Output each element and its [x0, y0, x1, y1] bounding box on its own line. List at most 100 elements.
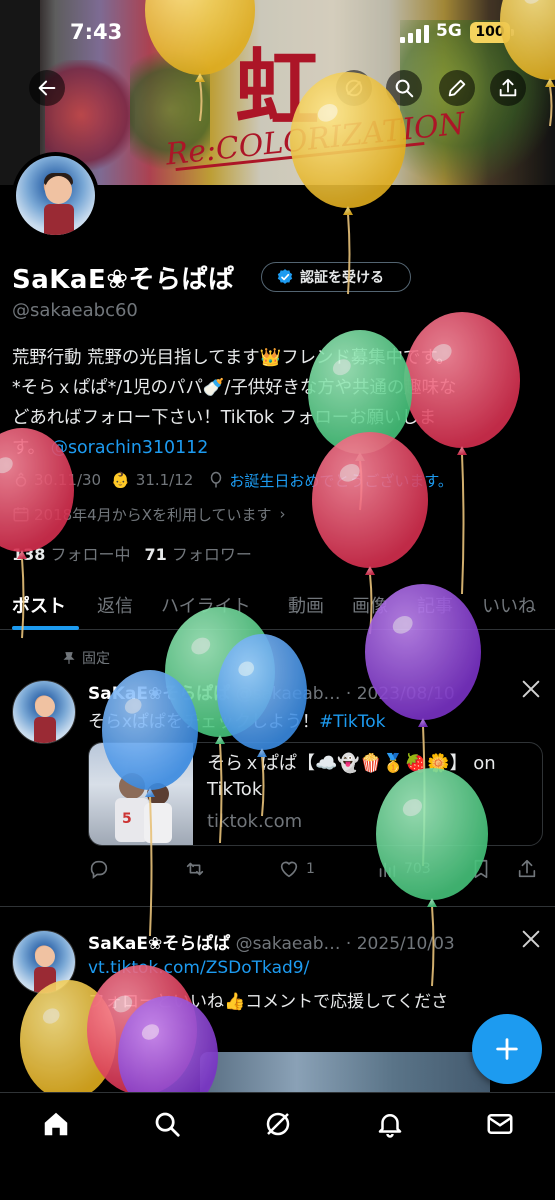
battery-icon: 100: [470, 22, 510, 43]
tab-likes[interactable]: いいね: [482, 592, 536, 618]
share-icon: [499, 78, 517, 97]
post-hashtag[interactable]: #TikTok: [319, 712, 385, 732]
followers-label: フォロワー: [171, 545, 252, 564]
bio-line-2: *そらｘぱぱ*/1児のパパ🍼/子供好きな方や共通の趣味な: [12, 378, 457, 398]
followers-count: 71: [144, 545, 167, 564]
link-card-domain: tiktok.com: [207, 811, 303, 832]
post-text: フォローといいね👍コメントで応援してくださ: [88, 992, 449, 1012]
profile-tabs: ポスト 返信 ハイライト 動画 画像 記事 いいね: [0, 580, 555, 630]
baby-icon: 👶: [111, 471, 130, 489]
repost-icon: [186, 862, 204, 876]
nav-grok[interactable]: [263, 1109, 293, 1139]
post-header: SaKaE❀そらぱぱ @sakaeab… · 2023/08/10: [88, 679, 455, 704]
pinned-indicator: 固定: [62, 648, 110, 668]
profile-handle: @sakaeabc60: [12, 300, 138, 321]
messages-icon: [487, 1114, 513, 1134]
calendar-icon: [13, 507, 29, 522]
share-icon: [518, 859, 536, 878]
post-link[interactable]: vt.tiktok.com/ZSDoTkad9/: [88, 958, 309, 978]
followers-link[interactable]: 71 フォロワー: [145, 541, 252, 565]
x-logo-icon: [522, 930, 540, 948]
tab-posts[interactable]: ポスト: [12, 592, 66, 618]
share-post-button[interactable]: [516, 858, 538, 880]
profile-screen: 虹 Re:COLORIZATION 7:43 5G 100 SaKaE❀そらぱぱ: [0, 0, 555, 1200]
notifications-icon: [378, 1114, 402, 1138]
back-button[interactable]: [29, 70, 65, 106]
nav-search[interactable]: [152, 1109, 182, 1139]
tab-images[interactable]: 画像: [352, 592, 388, 618]
like-button[interactable]: 1: [278, 858, 315, 880]
following-link[interactable]: 138 フォロー中: [12, 541, 131, 565]
bio-mention-link[interactable]: @sorachin310112: [51, 438, 209, 458]
tab-highlights[interactable]: ハイライト: [161, 592, 251, 618]
nav-notifications[interactable]: [375, 1109, 405, 1139]
active-tab-indicator: [12, 626, 79, 630]
nav-home[interactable]: [41, 1109, 71, 1139]
reply-icon: [90, 860, 108, 879]
meta-birthday: 31.1/12: [135, 471, 194, 489]
status-time: 7:43: [70, 20, 123, 44]
post-actions: 1 703: [88, 858, 543, 884]
tab-replies[interactable]: 返信: [97, 592, 133, 618]
edit-icon: [448, 79, 466, 97]
home-icon: [44, 1112, 68, 1136]
views-button[interactable]: 703: [376, 858, 431, 880]
post-handle-date: @sakaeab… · 2023/08/10: [235, 684, 455, 704]
repost-button[interactable]: [184, 858, 206, 880]
follow-counts: 138 フォロー中 71 フォロワー: [12, 541, 252, 565]
tab-videos[interactable]: 動画: [288, 592, 324, 618]
profile-meta: 30.11/30 👶 31.1/12 お誕生日おめでとうございます。: [12, 468, 453, 492]
ring-icon: [15, 472, 27, 487]
grok-button[interactable]: [336, 70, 372, 106]
profile-bio: 荒野行動 荒野の光目指してます👑フレンド募集中です。 *そらｘぱぱ*/1児のパパ…: [12, 343, 547, 463]
post-divider: [0, 906, 555, 907]
search-icon: [155, 1112, 180, 1137]
nav-messages[interactable]: [485, 1109, 515, 1139]
get-verified-label: 認証を受ける: [300, 270, 384, 286]
bio-line-4: す。: [12, 438, 46, 458]
tab-articles[interactable]: 記事: [417, 592, 453, 618]
grok-icon: [266, 1112, 290, 1136]
compose-button[interactable]: [472, 1014, 542, 1084]
heart-icon: [280, 861, 298, 878]
joined-date: 2018年4月からXを利用しています ›: [12, 502, 286, 526]
bookmark-icon: [474, 859, 488, 879]
analytics-icon: [379, 862, 396, 878]
post-text: そらxぱぱをチェックしよう！#TikTok: [88, 707, 385, 732]
share-button[interactable]: [490, 70, 526, 106]
bio-line-1: 荒野行動 荒野の光目指してます👑フレンド募集中です。: [12, 348, 454, 368]
post-author-name[interactable]: SaKaE❀そらぱぱ: [88, 934, 230, 954]
birthday-link[interactable]: お誕生日おめでとうございます。: [229, 470, 453, 491]
link-card-thumbnail: 5: [89, 743, 193, 845]
status-bar: 7:43 5G 100: [0, 0, 555, 62]
post-handle-date: @sakaeab… · 2025/10/03: [235, 934, 455, 954]
profile-avatar[interactable]: [12, 152, 99, 239]
post-text-body: そらxぱぱをチェックしよう！: [88, 712, 320, 732]
bottom-navigation: [0, 1092, 555, 1200]
post-header: SaKaE❀そらぱぱ @sakaeab… · 2025/10/03: [88, 929, 455, 954]
like-count: 1: [306, 861, 315, 877]
reply-button[interactable]: [88, 858, 110, 880]
search-button[interactable]: [386, 70, 422, 106]
edit-button[interactable]: [439, 70, 475, 106]
display-name: SaKaE❀そらぱぱ: [12, 265, 235, 295]
chevron-right-icon: ›: [279, 505, 286, 523]
pin-icon: [63, 652, 75, 664]
view-count: 703: [404, 861, 431, 877]
link-card-title: そらｘぱぱ【☁️👻🍿🥇🍓🌼】 on TikTok: [207, 753, 496, 800]
bookmark-button[interactable]: [470, 858, 492, 880]
following-label: フォロー中: [50, 545, 131, 564]
signal-icon: [400, 25, 430, 43]
post-author-name[interactable]: SaKaE❀そらぱぱ: [88, 684, 230, 704]
verified-badge-icon: [277, 269, 293, 284]
get-verified-button[interactable]: 認証を受ける: [261, 262, 411, 292]
link-card[interactable]: 5 そらｘぱぱ【☁️👻🍿🥇🍓🌼】 on TikTok tiktok.com: [88, 742, 543, 846]
arrow-left-icon: [38, 80, 56, 96]
post-avatar[interactable]: [12, 930, 76, 994]
joined-label: 2018年4月からXを利用しています: [34, 505, 272, 524]
balloon-icon: [211, 471, 222, 488]
bio-line-3: どあればフォロー下さい！TikTok フォローお願いしま: [12, 408, 437, 428]
post-avatar[interactable]: [12, 680, 76, 744]
meta-wedding: 30.11/30: [34, 471, 102, 489]
post-url[interactable]: vt.tiktok.com/ZSDoTkad9/: [88, 958, 309, 978]
